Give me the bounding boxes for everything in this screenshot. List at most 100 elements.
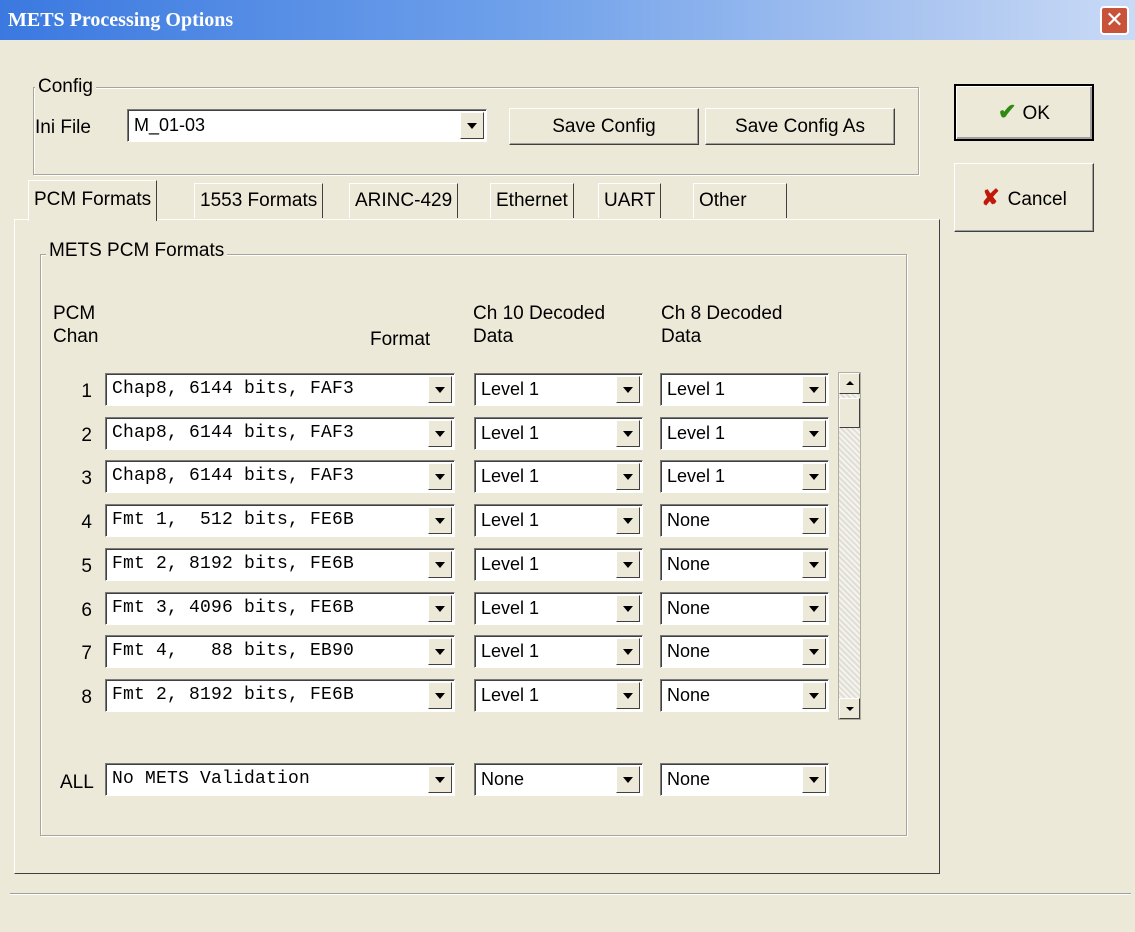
row-ch10-value: Level 1 bbox=[481, 510, 540, 530]
tab-arinc-429[interactable]: ARINC-429 bbox=[349, 183, 459, 218]
chevron-down-icon[interactable] bbox=[428, 638, 452, 665]
row-ch10-value: Level 1 bbox=[481, 423, 540, 443]
tab-1553-formats[interactable]: 1553 Formats bbox=[194, 183, 324, 218]
row-format-dropdown[interactable]: Chap8, 6144 bits, FAF3 bbox=[105, 460, 455, 493]
chevron-down-icon[interactable] bbox=[616, 376, 640, 403]
chevron-down-icon[interactable] bbox=[460, 112, 484, 139]
row-format-dropdown[interactable]: Fmt 4, 88 bits, EB90 bbox=[105, 635, 455, 668]
col-header-chan-1: PCM bbox=[53, 303, 96, 324]
row-ch10-dropdown[interactable]: Level 1 bbox=[474, 592, 643, 625]
chevron-down-icon[interactable] bbox=[802, 551, 826, 578]
save-config-button[interactable]: Save Config bbox=[509, 108, 699, 145]
row-format-dropdown[interactable]: Chap8, 6144 bits, FAF3 bbox=[105, 373, 455, 406]
row-ch8-value: Level 1 bbox=[667, 466, 726, 486]
chevron-down-icon[interactable] bbox=[616, 420, 640, 447]
row-ch8-dropdown[interactable]: Level 1 bbox=[660, 460, 829, 493]
row-format-dropdown[interactable]: Chap8, 6144 bits, FAF3 bbox=[105, 417, 455, 450]
all-ch10-dropdown[interactable]: None bbox=[474, 763, 643, 796]
row-format-dropdown[interactable]: Fmt 2, 8192 bits, FE6B bbox=[105, 679, 455, 712]
row-number: 1 bbox=[81, 381, 92, 402]
chevron-down-icon[interactable] bbox=[428, 507, 452, 534]
col-header-ch8-2: Data bbox=[661, 326, 702, 347]
cancel-button[interactable]: ✘ Cancel bbox=[954, 163, 1094, 232]
save-config-as-button[interactable]: Save Config As bbox=[705, 108, 895, 145]
row-number: 8 bbox=[81, 687, 92, 708]
chevron-down-icon[interactable] bbox=[616, 595, 640, 622]
col-header-ch10-2: Data bbox=[473, 326, 514, 347]
chevron-down-icon[interactable] bbox=[428, 682, 452, 709]
row-ch8-dropdown[interactable]: None bbox=[660, 592, 829, 625]
row-ch10-dropdown[interactable]: Level 1 bbox=[474, 635, 643, 668]
chevron-down-icon[interactable] bbox=[802, 595, 826, 622]
row-ch10-dropdown[interactable]: Level 1 bbox=[474, 460, 643, 493]
chevron-down-icon[interactable] bbox=[616, 551, 640, 578]
config-group-label: Config bbox=[35, 76, 96, 98]
chevron-down-icon[interactable] bbox=[616, 682, 640, 709]
row-number: 2 bbox=[81, 425, 92, 446]
chevron-down-icon[interactable] bbox=[428, 595, 452, 622]
row-ch8-dropdown[interactable]: Level 1 bbox=[660, 373, 829, 406]
row-ch10-dropdown[interactable]: Level 1 bbox=[474, 548, 643, 581]
row-ch8-dropdown[interactable]: None bbox=[660, 504, 829, 537]
row-format-dropdown[interactable]: Fmt 2, 8192 bits, FE6B bbox=[105, 548, 455, 581]
row-ch8-dropdown[interactable]: None bbox=[660, 548, 829, 581]
row-number: 7 bbox=[81, 643, 92, 664]
row-ch10-dropdown[interactable]: Level 1 bbox=[474, 679, 643, 712]
ok-button[interactable]: ✔ OK bbox=[954, 84, 1094, 141]
close-button[interactable]: ✕ bbox=[1100, 6, 1129, 35]
scroll-down-icon[interactable] bbox=[839, 698, 860, 719]
row-format-value: Chap8, 6144 bits, FAF3 bbox=[112, 423, 355, 443]
all-row-label: ALL bbox=[60, 772, 94, 793]
chevron-down-icon[interactable] bbox=[616, 766, 640, 793]
row-ch8-value: None bbox=[667, 510, 711, 530]
chevron-down-icon[interactable] bbox=[802, 376, 826, 403]
chevron-down-icon[interactable] bbox=[428, 766, 452, 793]
row-ch8-dropdown[interactable]: None bbox=[660, 679, 829, 712]
chevron-down-icon[interactable] bbox=[428, 463, 452, 490]
chevron-down-icon[interactable] bbox=[802, 463, 826, 490]
chevron-down-icon[interactable] bbox=[802, 507, 826, 534]
chevron-down-icon[interactable] bbox=[428, 376, 452, 403]
chevron-down-icon[interactable] bbox=[616, 638, 640, 665]
row-number: 6 bbox=[81, 600, 92, 621]
chevron-down-icon[interactable] bbox=[802, 420, 826, 447]
row-ch10-value: Level 1 bbox=[481, 466, 540, 486]
row-ch10-value: Level 1 bbox=[481, 554, 540, 574]
chevron-down-icon[interactable] bbox=[616, 507, 640, 534]
tab-uart[interactable]: UART bbox=[598, 183, 662, 218]
pcm-scrollbar[interactable] bbox=[838, 372, 861, 720]
all-ch8-value: None bbox=[667, 769, 711, 789]
scroll-up-icon[interactable] bbox=[839, 373, 860, 394]
ini-file-dropdown[interactable]: M_01-03 bbox=[127, 109, 487, 142]
chevron-down-icon[interactable] bbox=[802, 766, 826, 793]
row-ch8-value: Level 1 bbox=[667, 379, 726, 399]
row-format-dropdown[interactable]: Fmt 1, 512 bits, FE6B bbox=[105, 504, 455, 537]
row-ch8-dropdown[interactable]: None bbox=[660, 635, 829, 668]
all-format-dropdown[interactable]: No METS Validation bbox=[105, 763, 455, 796]
row-number: 5 bbox=[81, 556, 92, 577]
status-bar bbox=[10, 893, 1131, 929]
row-ch8-dropdown[interactable]: Level 1 bbox=[660, 417, 829, 450]
chevron-down-icon[interactable] bbox=[802, 682, 826, 709]
row-ch10-dropdown[interactable]: Level 1 bbox=[474, 417, 643, 450]
row-format-dropdown[interactable]: Fmt 3, 4096 bits, FE6B bbox=[105, 592, 455, 625]
row-ch8-value: None bbox=[667, 685, 711, 705]
row-format-value: Fmt 3, 4096 bits, FE6B bbox=[112, 598, 355, 618]
close-icon: ✕ bbox=[1105, 7, 1124, 32]
ok-label: OK bbox=[1022, 103, 1050, 124]
all-ch8-dropdown[interactable]: None bbox=[660, 763, 829, 796]
row-ch8-value: None bbox=[667, 598, 711, 618]
tab-pcm-formats[interactable]: PCM Formats bbox=[28, 180, 158, 221]
chevron-down-icon[interactable] bbox=[802, 638, 826, 665]
chevron-down-icon[interactable] bbox=[616, 463, 640, 490]
scroll-thumb[interactable] bbox=[839, 398, 860, 428]
all-format-value: No METS Validation bbox=[112, 769, 311, 789]
chevron-down-icon[interactable] bbox=[428, 420, 452, 447]
chevron-down-icon[interactable] bbox=[428, 551, 452, 578]
row-ch10-dropdown[interactable]: Level 1 bbox=[474, 373, 643, 406]
tab-other[interactable]: Other bbox=[693, 183, 787, 218]
row-ch10-dropdown[interactable]: Level 1 bbox=[474, 504, 643, 537]
title-bar: METS Processing Options ✕ bbox=[0, 0, 1135, 40]
row-number: 4 bbox=[81, 512, 92, 533]
tab-ethernet[interactable]: Ethernet bbox=[490, 183, 574, 218]
